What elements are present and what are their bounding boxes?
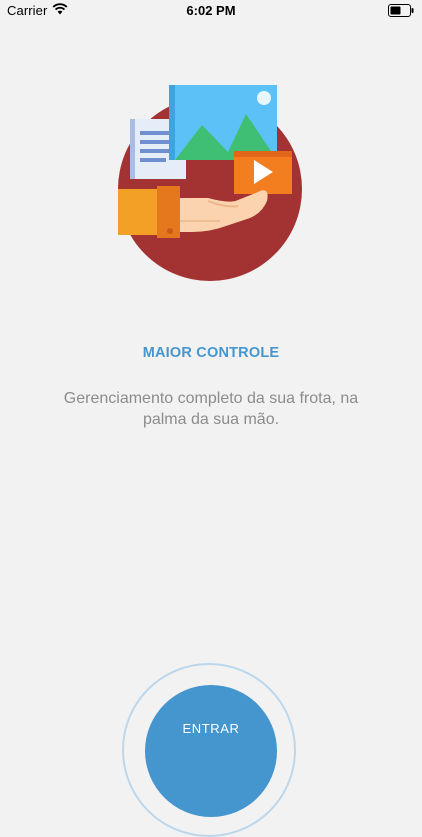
onboarding-description: Gerenciamento completo da sua frota, na … bbox=[63, 390, 359, 428]
battery-icon bbox=[388, 4, 414, 17]
status-bar: Carrier 6:02 PM bbox=[0, 0, 422, 22]
status-time: 6:02 PM bbox=[186, 3, 236, 18]
hand-holding-media-icon bbox=[110, 80, 310, 285]
onboarding-title: MAIOR CONTROLE bbox=[142, 345, 280, 361]
enter-button-label: ENTRAR bbox=[182, 721, 240, 736]
enter-button[interactable]: ENTRAR bbox=[145, 685, 277, 817]
